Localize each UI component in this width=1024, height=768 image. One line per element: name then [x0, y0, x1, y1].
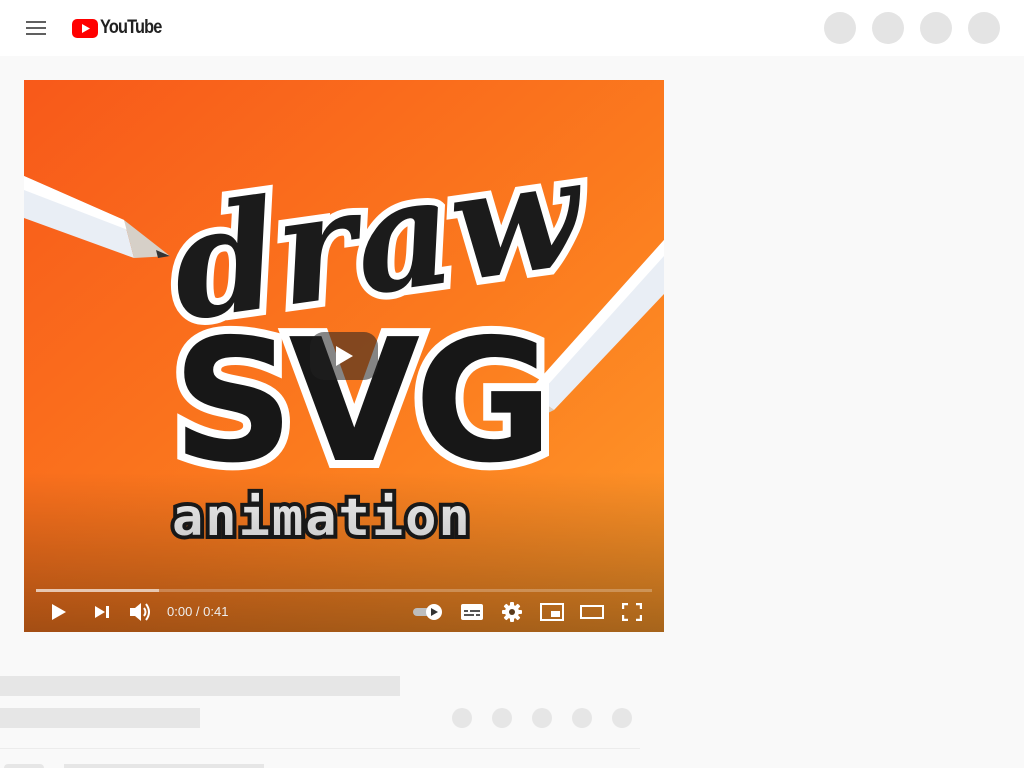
masthead: YouTube: [0, 0, 1024, 56]
title-placeholder: [0, 676, 400, 696]
miniplayer-icon: [540, 603, 564, 621]
guide-menu-button[interactable]: [20, 12, 52, 44]
play-icon: [52, 604, 66, 620]
action-button-placeholder[interactable]: [532, 708, 552, 728]
subtitles-icon: [461, 604, 483, 620]
youtube-logo[interactable]: YouTube: [72, 17, 171, 39]
player-controls: 0:00 / 0:41: [24, 592, 664, 632]
view-count-placeholder: [0, 708, 200, 728]
masthead-button-placeholder[interactable]: [872, 12, 904, 44]
settings-icon: [502, 602, 522, 622]
avatar-placeholder[interactable]: [968, 12, 1000, 44]
logo-text: YouTube: [100, 17, 162, 38]
youtube-logo-icon: [72, 18, 98, 38]
autoplay-toggle[interactable]: [410, 596, 446, 628]
divider: [0, 748, 640, 749]
channel-name-placeholder: [64, 764, 264, 768]
action-button-placeholder[interactable]: [492, 708, 512, 728]
play-button[interactable]: [42, 596, 76, 628]
play-icon: [336, 346, 353, 366]
action-button-placeholder[interactable]: [452, 708, 472, 728]
video-player[interactable]: draw SVG animation 0:00 / 0:41: [24, 80, 664, 632]
menu-icon: [26, 21, 46, 35]
large-play-button[interactable]: [310, 332, 378, 380]
avatar-placeholder: [4, 764, 44, 768]
settings-button[interactable]: [495, 596, 529, 628]
theater-mode-icon: [580, 605, 604, 619]
action-button-placeholder[interactable]: [612, 708, 632, 728]
next-icon: [95, 606, 109, 618]
action-button-placeholder[interactable]: [572, 708, 592, 728]
masthead-button-placeholder[interactable]: [920, 12, 952, 44]
subtitles-button[interactable]: [455, 596, 489, 628]
volume-icon: [130, 603, 150, 621]
fullscreen-button[interactable]: [615, 596, 649, 628]
autoplay-toggle-icon: [413, 604, 442, 620]
masthead-button-placeholder[interactable]: [824, 12, 856, 44]
theater-mode-button[interactable]: [575, 596, 609, 628]
fullscreen-icon: [622, 603, 642, 621]
time-display: 0:00 / 0:41: [167, 604, 229, 619]
mute-button[interactable]: [124, 596, 158, 628]
miniplayer-button[interactable]: [535, 596, 569, 628]
next-button[interactable]: [85, 596, 119, 628]
